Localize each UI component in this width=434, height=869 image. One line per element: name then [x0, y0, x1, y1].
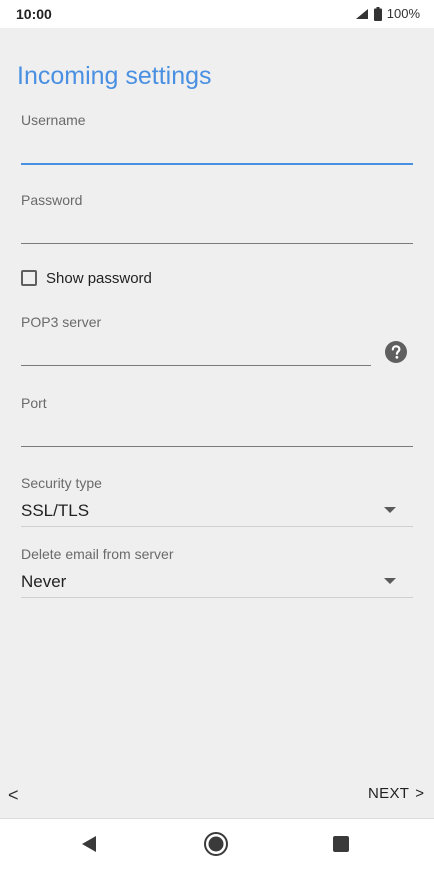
- security-type-dropdown[interactable]: [21, 526, 413, 527]
- show-password-label[interactable]: Show password: [46, 270, 152, 287]
- delete-email-label: Delete email from server: [21, 546, 174, 562]
- port-input[interactable]: [21, 446, 413, 447]
- next-label: NEXT: [368, 785, 410, 802]
- battery-icon: [373, 6, 382, 21]
- triangle-back-icon[interactable]: [80, 835, 98, 858]
- username-label: Username: [21, 112, 86, 128]
- status-time: 10:00: [16, 6, 52, 22]
- square-recent-icon[interactable]: [332, 835, 350, 858]
- password-label: Password: [21, 192, 83, 208]
- help-icon[interactable]: [385, 341, 407, 363]
- delete-email-value[interactable]: Never: [21, 572, 66, 592]
- username-input[interactable]: [21, 163, 413, 165]
- circle-home-icon[interactable]: [203, 831, 229, 862]
- chevron-down-icon[interactable]: [384, 578, 396, 584]
- battery-percent: 100%: [386, 6, 420, 21]
- next-button[interactable]: NEXT >: [368, 785, 424, 802]
- chevron-down-icon[interactable]: [384, 507, 396, 513]
- security-type-value[interactable]: SSL/TLS: [21, 501, 89, 521]
- status-bar: 10:00 100%: [0, 0, 434, 28]
- delete-email-dropdown[interactable]: [21, 597, 413, 598]
- security-type-label: Security type: [21, 475, 102, 491]
- chevron-right-icon: >: [415, 785, 424, 802]
- signal-icon: [355, 8, 369, 20]
- password-input[interactable]: [21, 243, 413, 244]
- page-title: Incoming settings: [17, 62, 212, 90]
- pop3-server-label: POP3 server: [21, 314, 102, 330]
- back-button[interactable]: <: [8, 785, 19, 806]
- status-indicators: 100%: [355, 6, 420, 21]
- wizard-nav: < NEXT >: [0, 775, 434, 815]
- system-nav-bar: [0, 818, 434, 869]
- pop3-server-input[interactable]: [21, 365, 371, 366]
- port-label: Port: [21, 395, 47, 411]
- show-password-checkbox[interactable]: [21, 270, 37, 286]
